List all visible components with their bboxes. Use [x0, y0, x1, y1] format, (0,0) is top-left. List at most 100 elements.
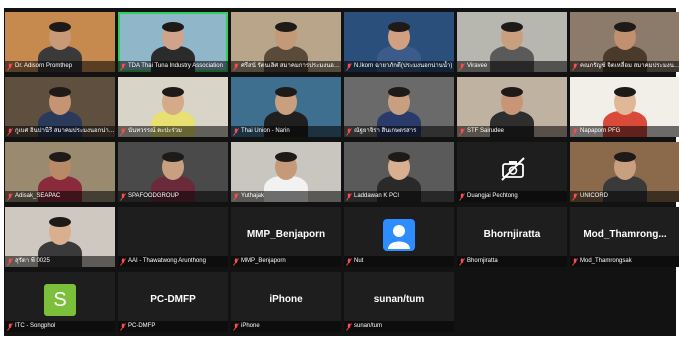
participant-tile[interactable]: AAI - Thawatwong Arunthong	[118, 207, 228, 267]
participant-name-label: Laddawan K PCI	[354, 193, 400, 199]
camera-off-icon	[501, 157, 525, 181]
participant-tile[interactable]: สุรัดา พี 0025	[5, 207, 115, 267]
participant-name-bar: N.Ikorn ฉายาภักดี(ประมงนอกน่านน้ำ)	[344, 61, 454, 72]
participant-tile[interactable]: iPhone iPhone	[231, 272, 341, 332]
muted-mic-icon	[233, 257, 239, 266]
participant-tile[interactable]: S ITC - Songphol	[5, 272, 115, 332]
participant-tile[interactable]: Nut	[344, 207, 454, 267]
participant-tile[interactable]: STF Sairudee	[457, 77, 567, 137]
participant-name-label: ITC - Songphol	[15, 323, 56, 329]
participant-name-label: Dr. Adisorn Promthep	[15, 63, 73, 69]
participant-name-bar: UNICORD	[570, 191, 679, 202]
participant-tile[interactable]: sunan/tum sunan/tum	[344, 272, 454, 332]
participant-name-label: N.Ikorn ฉายาภักดี(ประมงนอกน่านน้ำ)	[354, 63, 453, 69]
muted-mic-icon	[120, 322, 126, 331]
muted-mic-icon	[346, 322, 352, 331]
muted-mic-icon	[233, 322, 239, 331]
muted-mic-icon	[459, 62, 465, 71]
participant-tile[interactable]: SPAFOODGROUP	[118, 142, 228, 202]
muted-mic-icon	[572, 257, 578, 266]
participant-name-label: ณัฐยาจิรา สินเกษตรสาร	[354, 128, 417, 134]
zoom-gallery-view: Dr. Adisorn Promthep TDA Thai Tuna Indust…	[4, 8, 679, 336]
muted-mic-icon	[233, 192, 239, 201]
participant-tile[interactable]: นันทวรรณ์ ตะปะร่วม	[118, 77, 228, 137]
participant-name-bar: Thai Union - Narin	[231, 126, 341, 137]
participant-tile[interactable]: Laddawan K PCI	[344, 142, 454, 202]
participant-name-bar: ณัฐยาจิรา สินเกษตรสาร	[344, 126, 454, 137]
participant-tile[interactable]: Duangjai Pechtong	[457, 142, 567, 202]
participant-name-label: MMP_Benjaporn	[241, 258, 286, 264]
participant-tile[interactable]: Viravee	[457, 12, 567, 72]
participant-tile[interactable]: Yuthajak	[231, 142, 341, 202]
participant-name-bar: SPAFOODGROUP	[118, 191, 228, 202]
participant-name-label: ศรีสนั่ รัตนเลิศ สมาคมการประมงนอกน่านน้ำ…	[241, 63, 341, 69]
participant-name-bar: ศรีสนั่ รัตนเลิศ สมาคมการประมงนอกน่านน้ำ…	[231, 61, 341, 72]
participant-name-label: นันทวรรณ์ ตะปะร่วม	[128, 128, 182, 134]
muted-mic-icon	[346, 62, 352, 71]
participant-name-bar: Yuthajak	[231, 191, 341, 202]
participant-name-bar: PC-DMFP	[118, 321, 228, 332]
participant-name-bar: Mod_Thamrongsak	[570, 256, 679, 267]
participant-tile[interactable]: Napaporn PFG	[570, 77, 679, 137]
participant-name-label: กูเบศ อินปานีรี สมาคมประมงนอกน่านน้ำ	[15, 128, 115, 134]
muted-mic-icon	[572, 192, 578, 201]
participant-name-label: Duangjai Pechtong	[467, 193, 518, 199]
muted-mic-icon	[7, 257, 13, 266]
participant-name-bar: iPhone	[231, 321, 341, 332]
muted-mic-icon	[233, 127, 239, 136]
muted-mic-icon	[572, 62, 578, 71]
participant-tile[interactable]: ณัฐยาจิรา สินเกษตรสาร	[344, 77, 454, 137]
participant-name-bar: TDA Thai Tuna Industry Association	[118, 61, 228, 72]
participant-display-name: PC-DMFP	[150, 294, 196, 305]
participant-name-bar: Viravee	[457, 61, 567, 72]
muted-mic-icon	[120, 62, 126, 71]
participant-name-label: Viravee	[467, 63, 488, 69]
participant-tile[interactable]: ศรีสนั่ รัตนเลิศ สมาคมการประมงนอกน่านน้ำ…	[231, 12, 341, 72]
participant-tile[interactable]: N.Ikorn ฉายาภักดี(ประมงนอกน่านน้ำ)	[344, 12, 454, 72]
participant-tile[interactable]: Mod_Thamrong... Mod_Thamrongsak	[570, 207, 679, 267]
participant-name-bar: Bhornjiratta	[457, 256, 567, 267]
participant-name-label: คณกรัญช์ จิตเหลื่อม สมาคมประมงนอกน่านน้ำ	[580, 63, 679, 69]
participant-tile[interactable]: Bhornjiratta Bhornjiratta	[457, 207, 567, 267]
participant-name-label: Bhornjiratta	[467, 258, 498, 264]
participant-name-bar: MMP_Benjaporn	[231, 256, 341, 267]
participant-name-label: Yuthajak	[241, 193, 265, 199]
participant-name-bar: ITC - Songphol	[5, 321, 115, 332]
participant-name-label: UNICORD	[580, 193, 608, 199]
participant-name-label: SPAFOODGROUP	[128, 193, 179, 199]
muted-mic-icon	[346, 257, 352, 266]
participant-name-bar: Laddawan K PCI	[344, 191, 454, 202]
participant-name-bar: Duangjai Pechtong	[457, 191, 567, 202]
default-avatar-icon	[383, 219, 415, 251]
muted-mic-icon	[7, 192, 13, 201]
participant-name-label: PC-DMFP	[128, 323, 156, 329]
muted-mic-icon	[459, 127, 465, 136]
participant-name-label: Napaporn PFG	[580, 128, 621, 134]
participant-name-label: สุรัดา พี 0025	[15, 258, 50, 264]
participant-tile[interactable]: UNICORD	[570, 142, 679, 202]
muted-mic-icon	[120, 127, 126, 136]
participant-tile[interactable]: Dr. Adisorn Promthep	[5, 12, 115, 72]
participant-name-bar: คณกรัญช์ จิตเหลื่อม สมาคมประมงนอกน่านน้ำ	[570, 61, 679, 72]
participant-name-label: sunan/tum	[354, 323, 383, 329]
participant-display-name: Bhornjiratta	[483, 229, 541, 240]
participant-name-label: Thai Union - Narin	[241, 128, 290, 134]
participant-tile[interactable]: PC-DMFP PC-DMFP	[118, 272, 228, 332]
muted-mic-icon	[120, 257, 126, 266]
participant-tile[interactable]: กูเบศ อินปานีรี สมาคมประมงนอกน่านน้ำ	[5, 77, 115, 137]
muted-mic-icon	[459, 192, 465, 201]
participant-name-bar: AAI - Thawatwong Arunthong	[118, 256, 228, 267]
participant-tile[interactable]: TDA Thai Tuna Industry Association	[118, 12, 228, 72]
participant-display-name: MMP_Benjaporn	[246, 229, 326, 240]
muted-mic-icon	[346, 192, 352, 201]
participant-tile[interactable]: Thai Union - Narin	[231, 77, 341, 137]
participant-name-bar: Dr. Adisorn Promthep	[5, 61, 115, 72]
participant-tile[interactable]: คณกรัญช์ จิตเหลื่อม สมาคมประมงนอกน่านน้ำ	[570, 12, 679, 72]
participant-name-label: iPhone	[241, 323, 260, 329]
muted-mic-icon	[233, 62, 239, 71]
muted-mic-icon	[572, 127, 578, 136]
participant-name-label: Mod_Thamrongsak	[580, 258, 632, 264]
participant-tile[interactable]: Adisak_SEAPAC	[5, 142, 115, 202]
participant-name-bar: STF Sairudee	[457, 126, 567, 137]
participant-tile[interactable]: MMP_Benjaporn MMP_Benjaporn	[231, 207, 341, 267]
